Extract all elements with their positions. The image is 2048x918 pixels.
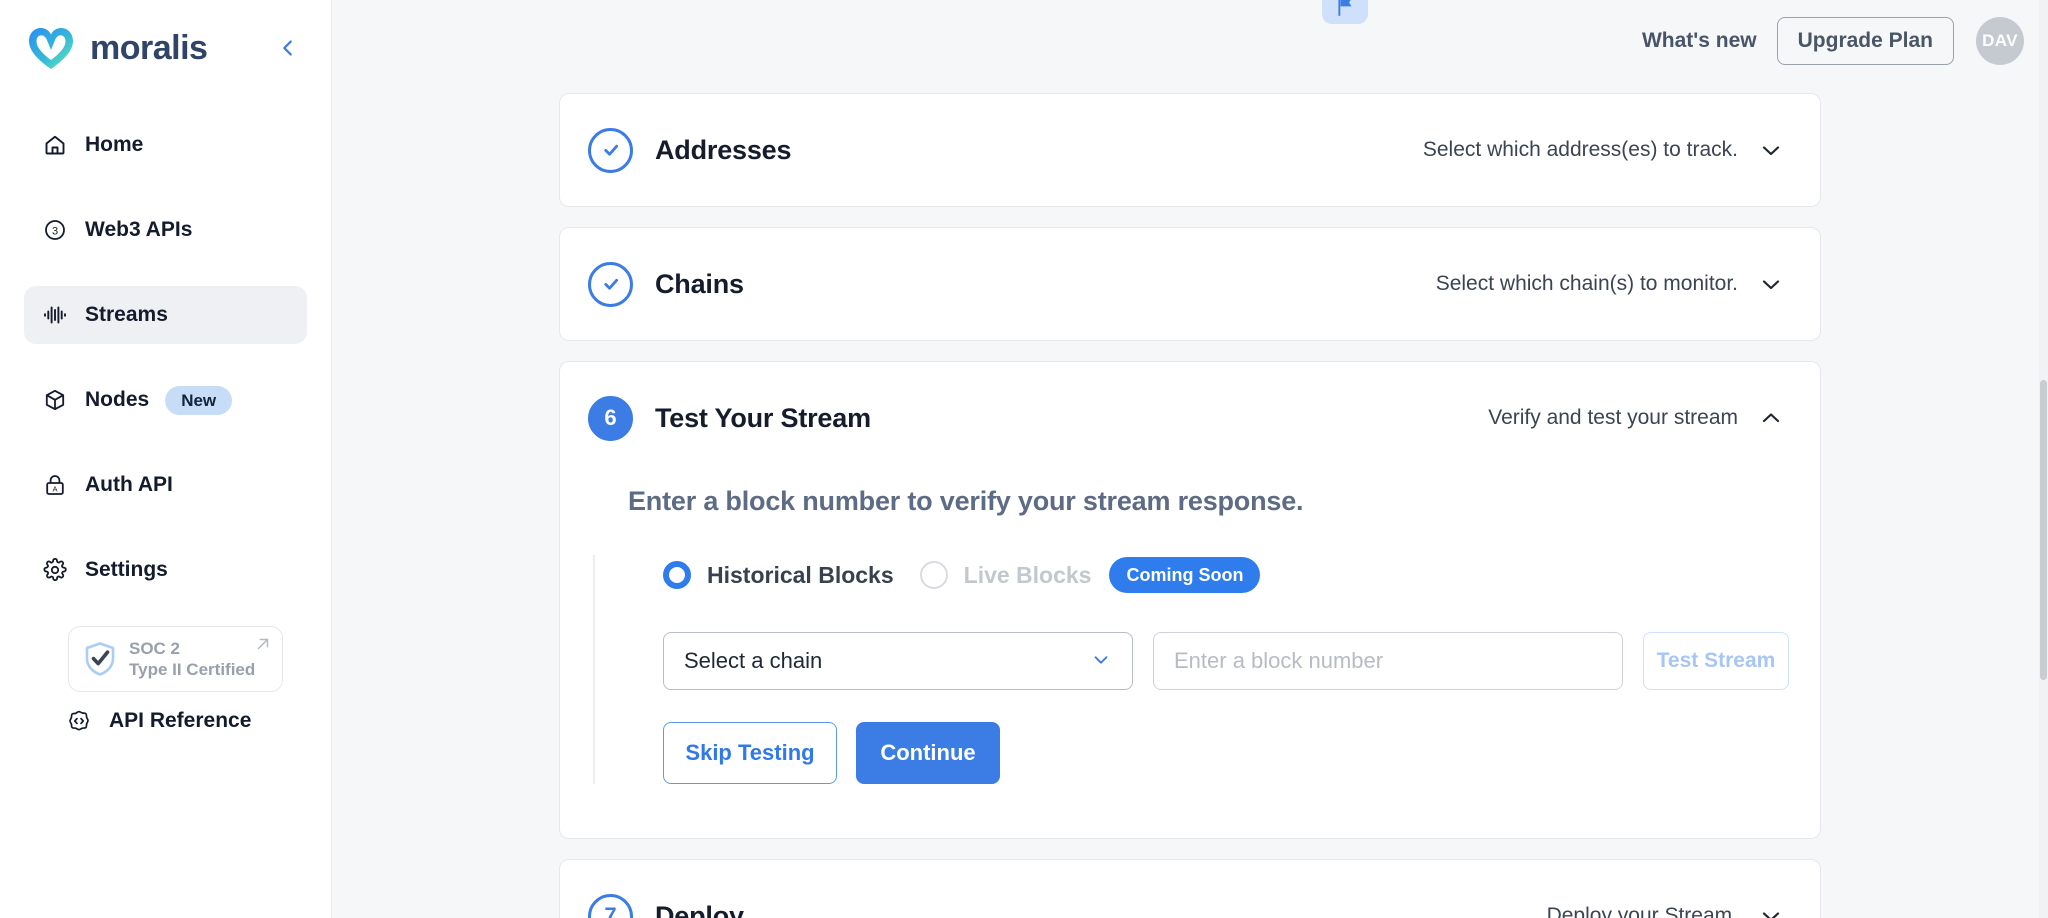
test-stream-heading: Enter a block number to verify your stre… [628, 486, 1304, 516]
app-root: moralis Home 3 Web3 APIs Streams Nodes N… [0, 0, 2048, 918]
soc2-certification-badge[interactable]: SOC 2 Type II Certified [68, 626, 283, 692]
step-number: 6 [588, 395, 633, 441]
card-chains: Chains Select which chain(s) to monitor. [559, 227, 1821, 341]
test-stream-actions: Skip Testing Continue [663, 722, 1820, 784]
block-number-input[interactable] [1153, 632, 1623, 690]
card-chains-header[interactable]: Chains Select which chain(s) to monitor. [560, 228, 1820, 340]
brand-name: moralis [90, 28, 208, 67]
sidebar-item-label: Auth API [85, 473, 173, 496]
scrollbar-track[interactable] [2039, 0, 2048, 918]
whats-new-link[interactable]: What's new [1642, 29, 1757, 53]
radio-live-blocks-label: Live Blocks [963, 561, 1092, 588]
scrollbar-thumb[interactable] [2040, 380, 2047, 680]
step-number: 7 [588, 893, 633, 918]
home-icon [42, 132, 68, 158]
gear-icon [42, 557, 68, 583]
card-test-your-stream: 6 Test Your Stream Verify and test your … [559, 361, 1821, 839]
sidebar-nav: Home 3 Web3 APIs Streams Nodes New A Aut… [0, 116, 331, 821]
sidebar-collapse-button[interactable] [271, 31, 305, 65]
sidebar-item-auth-api[interactable]: A Auth API [24, 456, 307, 514]
chevron-down-icon[interactable] [1758, 903, 1784, 918]
test-your-stream-body: Enter a block number to verify your stre… [560, 474, 1820, 838]
sidebar-item-nodes[interactable]: Nodes New [24, 371, 307, 429]
code-badge-icon [66, 708, 92, 734]
flag-chip-button[interactable] [1322, 0, 1368, 24]
sidebar-item-settings[interactable]: Settings [24, 541, 307, 599]
radio-historical-blocks-label: Historical Blocks [707, 561, 894, 588]
cube-icon [42, 387, 68, 413]
card-title: Addresses [655, 134, 792, 165]
continue-button[interactable]: Continue [856, 722, 1000, 784]
sidebar-item-label: Nodes [85, 388, 150, 411]
card-hint: Deploy your Stream. [1546, 904, 1738, 918]
chain-select-value: Select a chain [684, 648, 823, 673]
chevron-down-icon[interactable] [1758, 137, 1784, 163]
radio-live-blocks [919, 561, 948, 589]
sidebar-item-web3-apis[interactable]: 3 Web3 APIs [24, 201, 307, 259]
card-hint: Select which address(es) to track. [1422, 138, 1738, 161]
chevron-down-icon[interactable] [1758, 271, 1784, 297]
soc2-text: SOC 2 Type II Certified [129, 638, 255, 681]
sidebar-item-badge-new: New [165, 385, 233, 415]
card-test-your-stream-header[interactable]: 6 Test Your Stream Verify and test your … [560, 362, 1820, 474]
block-mode-radio-group: Historical Blocks Live Blocks Coming Soo… [663, 555, 1820, 595]
sidebar-item-home[interactable]: Home [24, 116, 307, 174]
soc2-line-1: SOC 2 [129, 638, 181, 658]
chain-select[interactable]: Select a chain [663, 632, 1133, 690]
card-addresses: Addresses Select which address(es) to tr… [559, 93, 1821, 207]
test-stream-inputs: Select a chain Test Stream [663, 632, 1820, 690]
skip-testing-button[interactable]: Skip Testing [663, 722, 837, 784]
sidebar-bottom: API Reference [24, 692, 307, 821]
card-title: Test Your Stream [655, 402, 871, 433]
sidebar-item-label: Settings [85, 558, 168, 581]
main-content: What's new Upgrade Plan DAV Addresses Se… [332, 0, 2048, 918]
soc2-line-2: Type II Certified [129, 660, 256, 679]
sidebar-item-label: Web3 APIs [85, 218, 193, 241]
card-addresses-header[interactable]: Addresses Select which address(es) to tr… [560, 94, 1820, 206]
test-stream-form: Historical Blocks Live Blocks Coming Soo… [593, 555, 1820, 784]
sidebar: moralis Home 3 Web3 APIs Streams Nodes N… [0, 0, 332, 918]
brand-row: moralis [0, 0, 331, 96]
flag-icon [1338, 0, 1352, 16]
coming-soon-badge: Coming Soon [1109, 557, 1261, 593]
chevron-down-icon [1090, 648, 1112, 675]
waveform-icon [42, 302, 68, 328]
sidebar-item-label: Streams [85, 303, 168, 326]
card-deploy-header[interactable]: 7 Deploy Deploy your Stream. [560, 860, 1820, 918]
card-hint: Select which chain(s) to monitor. [1435, 272, 1738, 295]
sidebar-item-label: API Reference [109, 709, 252, 732]
upgrade-plan-button[interactable]: Upgrade Plan [1776, 17, 1954, 65]
svg-text:A: A [52, 485, 57, 494]
test-stream-button[interactable]: Test Stream [1643, 632, 1789, 690]
shield-check-icon [85, 642, 115, 676]
topbar: What's new Upgrade Plan DAV [332, 0, 2048, 82]
sidebar-item-streams[interactable]: Streams [24, 286, 307, 344]
card-hint: Verify and test your stream [1488, 406, 1738, 429]
chevron-up-icon[interactable] [1758, 405, 1784, 431]
step-complete-check-icon [588, 261, 633, 307]
sidebar-item-label: Home [85, 133, 144, 156]
lock-a-icon: A [42, 472, 68, 498]
stream-setup-steps: Addresses Select which address(es) to tr… [332, 82, 2048, 918]
radio-historical-blocks[interactable] [663, 561, 691, 589]
card-deploy: 7 Deploy Deploy your Stream. [559, 859, 1821, 918]
circle-three-icon: 3 [42, 217, 68, 243]
card-title: Deploy [655, 900, 744, 918]
chevron-left-icon [283, 40, 292, 56]
moralis-logo-icon [29, 28, 73, 69]
svg-text:3: 3 [52, 225, 58, 237]
card-title: Chains [655, 268, 744, 299]
external-link-arrow-icon [254, 635, 272, 658]
step-complete-check-icon [588, 127, 633, 173]
avatar[interactable]: DAV [1976, 17, 2024, 65]
sidebar-item-api-reference[interactable]: API Reference [48, 692, 283, 750]
